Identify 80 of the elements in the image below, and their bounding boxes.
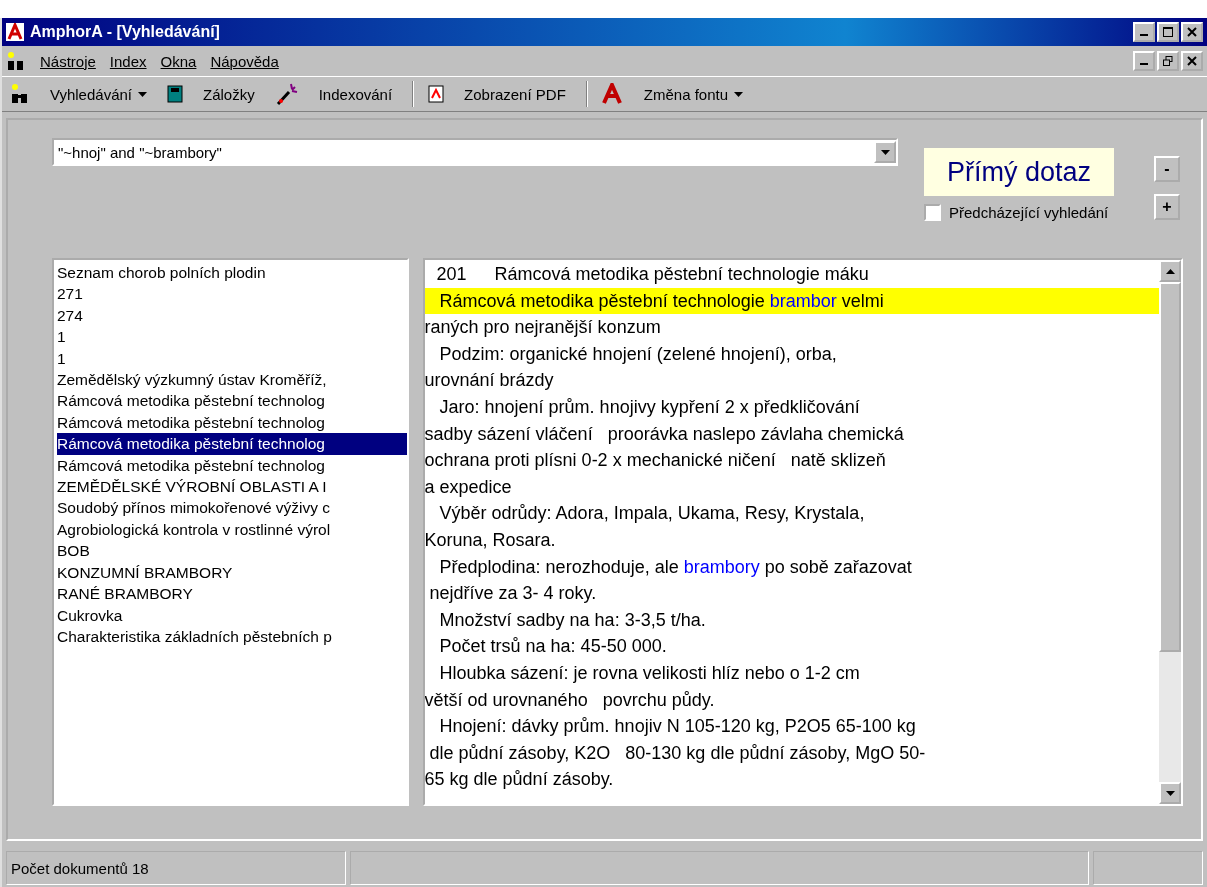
list-item[interactable]: KONZUMNÍ BRAMBORY (57, 561, 407, 584)
font-icon[interactable] (601, 83, 624, 105)
text-line: Výběr odrůdy: Adora, Impala, Ukama, Resy, Krystala, (438, 502, 866, 526)
dropdown-button[interactable] (874, 141, 896, 163)
list-item[interactable]: RANÉ BRAMBORY (57, 583, 407, 605)
list-item[interactable]: Cukrovka (57, 604, 407, 626)
app-logo-icon (6, 23, 24, 41)
status-text: Počet dokumentů 18 (6, 851, 346, 885)
zoom-button[interactable]: + (1154, 194, 1180, 220)
text-line: Koruna, Rosara. (424, 528, 557, 552)
binoculars-icon[interactable] (10, 83, 30, 105)
list-item[interactable]: Zemědělský výzkumný ústav Kroměříž, (57, 369, 407, 391)
text-line: Hloubka sázení: je rovna velikosti hlíz nebo o 1-2 cm (438, 661, 861, 685)
down-arrow-icon (880, 149, 890, 155)
maximize-button[interactable] (1157, 22, 1179, 42)
wand-icon[interactable] (274, 82, 299, 106)
list-item[interactable]: 274 (57, 304, 407, 327)
text-line: Hnojení: dávky prům. hnojiv N 105-120 kg, P2O5 65-100 kg (438, 715, 917, 739)
down-arrow-icon (734, 91, 744, 97)
list-item[interactable]: 1 (57, 347, 407, 370)
book-icon[interactable] (167, 85, 183, 103)
list-item[interactable]: Agrobiologická kontrola v rostlinné výrol (57, 518, 407, 541)
text-line: Počet trsů na ha: 45-50 000. (438, 635, 668, 659)
list-item[interactable]: Rámcová metodika pěstební technolog (57, 411, 407, 434)
toolbar-button[interactable]: Záložky (197, 85, 261, 103)
binoculars-icon (6, 51, 26, 71)
close-icon (1187, 56, 1197, 66)
text-line: Jaro: hnojení prům. hnojivy kypření 2 x předkličování (438, 395, 861, 419)
list-item[interactable]: Rámcová metodika pěstební technolog (57, 433, 407, 455)
scrollbar[interactable] (1159, 260, 1181, 804)
window-title: AmphorA - [Vyhledávání] (30, 23, 221, 41)
up-arrow-icon (1165, 268, 1175, 274)
text-line: větší od urovnaného povrchu půdy. (424, 688, 716, 712)
close-button[interactable] (1181, 51, 1203, 71)
text-line: raných pro nejranější konzum (424, 316, 662, 340)
text-line: urovnání brázdy (424, 369, 555, 393)
text-line: 201 Rámcová metodika pěstební technologie máku (435, 263, 870, 286)
direct-query-button[interactable]: Přímý dotaz (924, 148, 1114, 196)
text-line: dle půdní zásoby, K2O 80-130 kg dle půdní zásoby, MgO 50- (428, 741, 927, 765)
list-item[interactable]: BOB (57, 540, 407, 562)
close-icon (1187, 27, 1197, 37)
list-item[interactable]: 1 (57, 326, 407, 348)
text-line: nejdříve za 3- 4 roky. (428, 582, 598, 606)
checkbox-label: Předcházející vyhledání (949, 204, 1109, 221)
text-line: ochrana proti plísni 0-2 x mechanické ničení natě sklizeň (424, 449, 887, 473)
menu-item[interactable]: Index (109, 52, 147, 70)
list-item[interactable]: Charakteristika základních pěstebních p (57, 625, 407, 648)
text-line: 65 kg dle půdní zásoby. (424, 768, 615, 792)
list-item[interactable]: ZEMĚDĚLSKÉ VÝROBNÍ OBLASTI A I (57, 476, 407, 498)
list-item[interactable]: 271 (57, 283, 407, 305)
text-line: a expedice (424, 475, 513, 499)
toolbar-dropdown[interactable]: Vyhledávání (44, 85, 153, 103)
toolbar-dropdown[interactable]: Změna fontu (637, 85, 750, 103)
toolbar-button[interactable]: Zobrazení PDF (458, 85, 572, 103)
text-line: sadby sázení vláčení proorávka naslepo závlaha chemická (424, 422, 905, 446)
list-item[interactable]: Rámcová metodika pěstební technolog (57, 390, 407, 412)
restore-icon (1163, 56, 1173, 66)
toolbar-button[interactable]: Indexování (312, 85, 399, 103)
close-button[interactable] (1181, 22, 1203, 42)
restore-button[interactable] (1157, 51, 1179, 71)
maximize-icon (1163, 27, 1173, 37)
pdf-icon[interactable] (428, 85, 445, 103)
minimize-button[interactable] (1133, 22, 1155, 42)
minimize-button[interactable] (1133, 51, 1155, 71)
checkbox[interactable] (924, 204, 941, 221)
list-item[interactable]: Soudobý přínos mimokořenové výživy c (57, 497, 407, 519)
menu-item[interactable]: Nápověda (210, 52, 279, 70)
down-arrow-icon (138, 91, 147, 97)
list-item[interactable]: Seznam chorob polních plodin (57, 262, 407, 284)
query-field[interactable]: "~hnoj" and "~brambory" (52, 138, 898, 166)
text-line: Množství sadby na ha: 3-3,5 t/ha. (438, 608, 707, 632)
menu-item[interactable]: Okna (160, 52, 197, 70)
minimize-icon (1140, 63, 1148, 65)
menu-item[interactable]: Nástroje (40, 52, 96, 70)
text-line: Předplodina: nerozhoduje, ale brambory po sobě zařazovat (438, 555, 913, 579)
zoom-button[interactable]: - (1154, 156, 1180, 182)
minimize-icon (1140, 34, 1148, 36)
list-item[interactable]: Rámcová metodika pěstební technolog (57, 454, 407, 477)
down-arrow-icon (1165, 790, 1175, 796)
text-line: Podzim: organické hnojení (zelené hnojení), orba, (438, 342, 838, 366)
